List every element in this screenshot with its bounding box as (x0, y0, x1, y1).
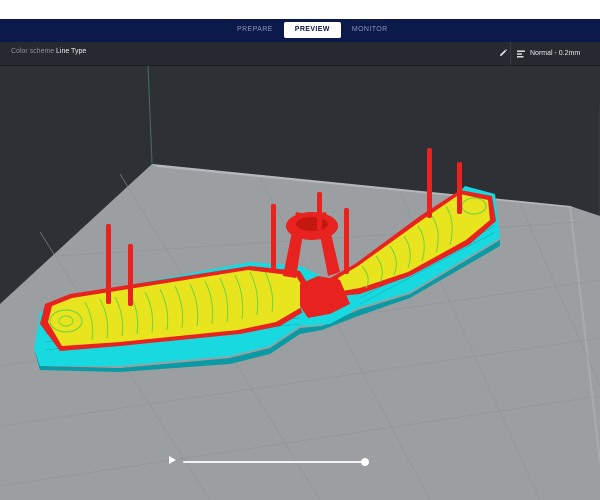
support-pillar (128, 244, 133, 306)
tab-prepare[interactable]: PREPARE (226, 22, 284, 38)
print-settings-icon (517, 50, 525, 57)
pencil-icon[interactable] (497, 47, 509, 59)
view-settings-bar: Color scheme Line Type Normal - 0.2mm (0, 42, 600, 66)
support-pillar (317, 192, 322, 230)
simulation-controls (166, 454, 376, 470)
tab-preview[interactable]: PREVIEW (283, 22, 341, 38)
right-arm-end-cap (461, 197, 487, 215)
support-pillar (271, 204, 276, 270)
slider-handle[interactable] (361, 458, 369, 466)
support-pillar (106, 224, 111, 304)
color-scheme-dropdown[interactable]: Line Type (56, 48, 86, 55)
toolbar-divider (510, 42, 511, 65)
layer-path-slider[interactable] (183, 458, 369, 466)
play-icon[interactable] (166, 454, 178, 466)
support-pillar (457, 162, 462, 214)
color-scheme-label: Color scheme (11, 48, 55, 55)
stage-menu-bar: PREPARE PREVIEW MONITOR (0, 19, 600, 42)
print-settings-button[interactable]: Normal - 0.2mm (516, 47, 580, 60)
tab-monitor[interactable]: MONITOR (341, 22, 399, 38)
window-top-band (0, 0, 600, 19)
support-pillar (344, 208, 349, 274)
support-pillar (427, 148, 432, 218)
left-arm-end-cap (49, 309, 83, 333)
3d-viewport[interactable] (0, 66, 600, 500)
preview-scene (0, 66, 600, 500)
print-profile-label: Normal - 0.2mm (530, 50, 581, 57)
build-volume-edge (147, 66, 153, 164)
stage-tabs: PREPARE PREVIEW MONITOR (226, 22, 399, 38)
